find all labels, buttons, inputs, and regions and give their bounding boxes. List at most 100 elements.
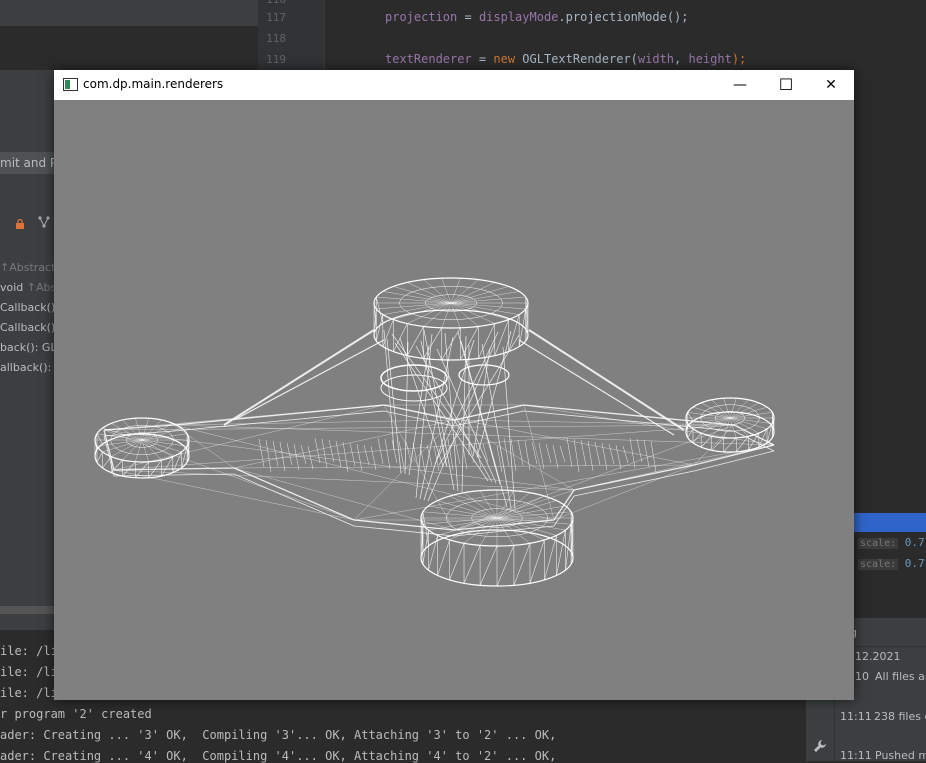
parameter-hint: scale: bbox=[858, 538, 899, 549]
wire-edge bbox=[422, 511, 429, 546]
code-token: , bbox=[674, 52, 689, 66]
render-window[interactable]: com.dp.main.renderers — ☐ ✕ bbox=[54, 70, 854, 700]
wire-edge bbox=[449, 543, 465, 581]
wire-edge bbox=[307, 445, 314, 470]
code-token: = bbox=[457, 10, 479, 24]
wire-edge bbox=[353, 444, 775, 521]
code-line[interactable]: textRenderer = new OGLTextRenderer(width… bbox=[385, 52, 746, 66]
wireframe-drone-model bbox=[94, 277, 775, 587]
horizontal-scrollbar[interactable] bbox=[0, 606, 55, 614]
app-icon bbox=[63, 78, 78, 91]
member-name: allback(): C bbox=[0, 361, 55, 374]
wire-edge bbox=[517, 439, 524, 466]
wire-edge bbox=[494, 319, 509, 356]
commit-time: 11:11 bbox=[840, 710, 872, 723]
wire-edge bbox=[503, 437, 510, 467]
member-item[interactable]: back(): GL bbox=[0, 341, 55, 354]
wire-edge bbox=[687, 412, 731, 419]
wire-edge bbox=[353, 525, 455, 537]
wire-edge bbox=[524, 440, 531, 471]
wire-edge bbox=[687, 428, 694, 438]
hierarchy-icon[interactable] bbox=[38, 213, 50, 232]
member-name: back(): GL bbox=[0, 341, 55, 354]
wire-edge bbox=[496, 492, 531, 519]
wire-edge bbox=[559, 445, 566, 463]
member-name: void bbox=[0, 281, 27, 294]
parameter-hint: scale: bbox=[858, 559, 899, 570]
line-number: 119 bbox=[266, 53, 286, 66]
opengl-viewport[interactable] bbox=[54, 100, 854, 700]
wire-edge bbox=[687, 412, 694, 422]
wire-edge bbox=[96, 451, 103, 463]
code-token: 0.7 bbox=[904, 536, 925, 549]
commit-date: 12.2021 bbox=[855, 650, 901, 663]
wire-edge bbox=[622, 445, 629, 464]
wire-edge bbox=[700, 435, 712, 448]
wire-edge bbox=[594, 441, 601, 466]
code-token: = bbox=[471, 52, 494, 66]
wire-edge bbox=[377, 437, 384, 465]
close-button[interactable]: ✕ bbox=[808, 70, 854, 100]
structure-panel: mit and Pus ↑Abstract void ↑Abstr Callba… bbox=[0, 70, 55, 630]
wire-edge bbox=[565, 524, 572, 571]
panel-toolbar bbox=[0, 210, 55, 232]
wire-edge bbox=[692, 432, 702, 444]
wire-edge bbox=[300, 444, 307, 465]
member-item[interactable]: Callback(): bbox=[0, 301, 55, 314]
wire-edge bbox=[496, 505, 566, 519]
wrench-icon[interactable] bbox=[813, 738, 827, 757]
window-titlebar[interactable]: com.dp.main.renderers — ☐ ✕ bbox=[54, 70, 854, 100]
wire-edge bbox=[693, 444, 775, 466]
minimize-button[interactable]: — bbox=[717, 70, 763, 100]
selected-line-highlight bbox=[854, 513, 926, 532]
wire-edge bbox=[650, 440, 657, 473]
code-token: 0.7 bbox=[904, 557, 925, 570]
wire-edge bbox=[356, 443, 363, 472]
wire-edge bbox=[353, 519, 455, 531]
code-line[interactable]: scale: 0.7); bbox=[858, 557, 926, 570]
wire-edge bbox=[552, 444, 559, 469]
wire-edge bbox=[434, 331, 499, 465]
commit-and-push-button[interactable]: mit and Pus bbox=[0, 152, 55, 174]
code-editor: 116 117 118 119 projection = displayMode… bbox=[0, 0, 926, 70]
line-number: 118 bbox=[266, 32, 286, 45]
wire-edge bbox=[383, 404, 695, 466]
wire-edge bbox=[573, 438, 580, 473]
code-line[interactable]: scale: 0.7); bbox=[858, 536, 926, 549]
wire-edge bbox=[693, 424, 735, 466]
wire-edge bbox=[629, 437, 636, 469]
wire-edge bbox=[412, 442, 419, 468]
maximize-button[interactable]: ☐ bbox=[763, 70, 809, 100]
lock-icon[interactable] bbox=[16, 214, 24, 229]
wire-edge bbox=[233, 467, 355, 521]
wire-edge bbox=[233, 339, 385, 421]
window-title: com.dp.main.renderers bbox=[83, 77, 224, 91]
wire-edge bbox=[523, 410, 735, 432]
wire-edge bbox=[433, 445, 440, 472]
wire-edge bbox=[441, 327, 461, 360]
wire-edge bbox=[587, 440, 594, 472]
wire-edge bbox=[496, 545, 515, 587]
wire-edge bbox=[453, 424, 735, 531]
wire-edge bbox=[711, 437, 724, 451]
member-item[interactable]: void ↑Abstr bbox=[0, 281, 55, 294]
wire-edge bbox=[370, 445, 377, 471]
line-number: 117 bbox=[266, 11, 286, 24]
code-line[interactable]: projection = displayMode.projectionMode(… bbox=[385, 10, 689, 24]
wire-edge bbox=[513, 543, 531, 586]
member-item[interactable]: Callback(): bbox=[0, 321, 55, 334]
wire-edge bbox=[729, 412, 773, 419]
wire-edge bbox=[529, 539, 545, 584]
wire-edge bbox=[393, 323, 408, 352]
member-item[interactable]: ↑Abstract bbox=[0, 261, 55, 274]
wire-edge bbox=[573, 470, 695, 497]
wire-edge bbox=[426, 444, 433, 467]
code-token: new bbox=[493, 52, 523, 66]
member-item[interactable]: allback(): C bbox=[0, 361, 55, 374]
wire-edge bbox=[279, 441, 286, 472]
wire-edge bbox=[544, 535, 557, 580]
wire-edge bbox=[233, 464, 695, 469]
code-token: . bbox=[558, 10, 566, 24]
wire-edge bbox=[636, 438, 643, 463]
wire-edge bbox=[556, 530, 566, 576]
